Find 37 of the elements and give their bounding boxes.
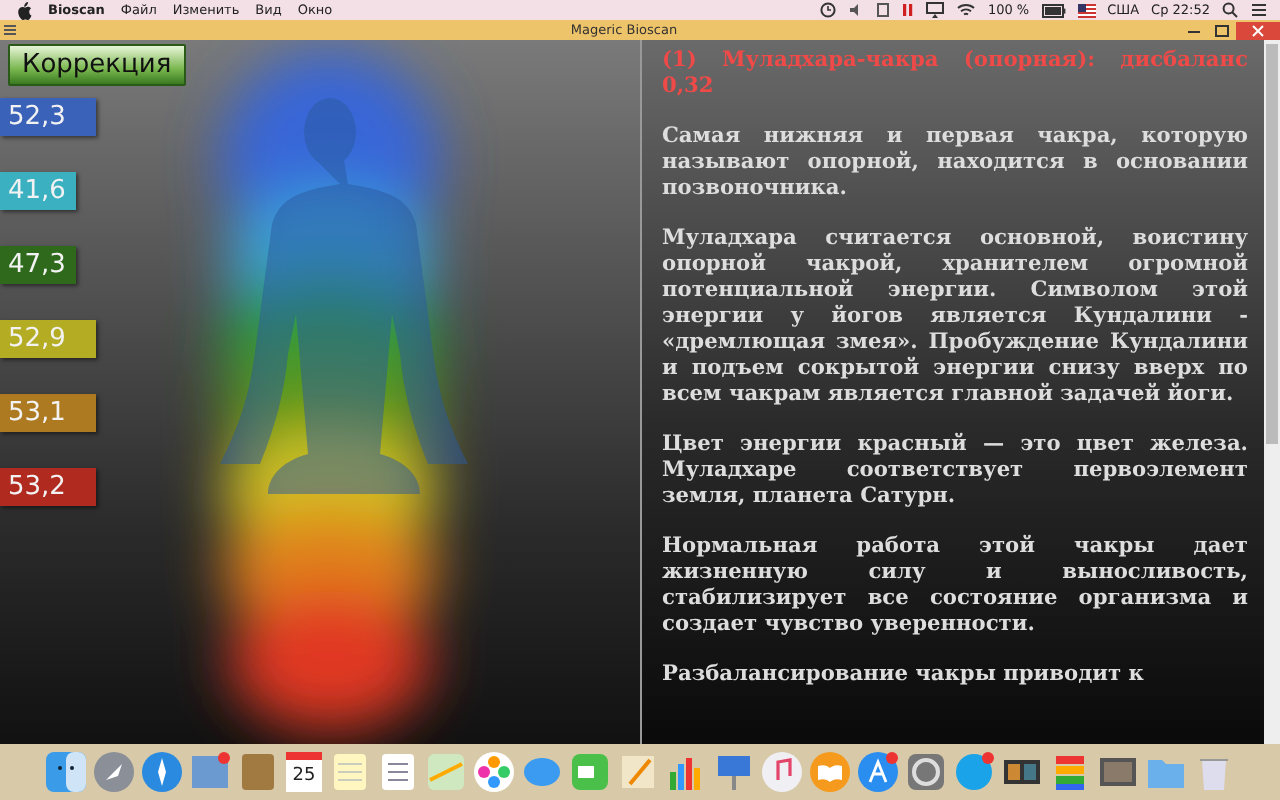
open-book-icon[interactable]: [810, 752, 850, 792]
chakra-heading: (1) Муладхара-чакра (опорная): дисбаланс 0,32: [662, 48, 1248, 100]
scrollbar-thumb[interactable]: [1266, 44, 1278, 444]
scrollbar[interactable]: [1264, 40, 1280, 744]
search-icon[interactable]: [1222, 2, 1238, 18]
correction-button[interactable]: Коррекция: [8, 44, 186, 86]
clock-icon[interactable]: [819, 2, 836, 18]
description-paragraph: Нормальная работа этой чакры дает жизненную силу и выносливость, стабилизирует все состояние организма и создает чувство уверенности.: [662, 534, 1248, 638]
window-menu-icon[interactable]: [4, 24, 16, 36]
flag-icon[interactable]: [1077, 3, 1096, 17]
description-paragraph: Самая нижняя и первая чакра, которую называют опорной, находится в основании позвоночника.: [662, 124, 1248, 202]
wifi-icon[interactable]: [955, 2, 976, 18]
pause-icon[interactable]: [901, 2, 914, 18]
description-paragraph: Муладхара считается основной, воистину опорной чакрой, хранителем огромной потенциальной энергии. Символом этой энергии у йогов является Кундалини - «дремлющая змея». Пробуждение Кундалини и подъем сокрытой энергии снизу вверх по всем чакрам является главной задачей йоги.: [662, 226, 1248, 408]
reading-badge: 53,1: [0, 394, 96, 432]
calendar-date: 25: [292, 767, 316, 785]
reading-badge: 47,3: [0, 246, 76, 284]
bar-chart-icon[interactable]: [666, 752, 706, 792]
description-paragraph: Цвет энергии красный — это цвет железа. Муладхаре соответствует первоэлемент земля, планета Сатурн.: [662, 432, 1248, 510]
close-icon[interactable]: [1235, 21, 1280, 39]
display-icon[interactable]: [925, 2, 944, 18]
reading-badge: 53,2: [0, 468, 96, 506]
finder-icon[interactable]: [46, 752, 86, 792]
calendar-icon[interactable]: 25: [286, 752, 322, 792]
reading-badge: 52,3: [0, 98, 96, 136]
list-icon[interactable]: [1250, 2, 1268, 18]
reading-badge: 41,6: [0, 172, 76, 210]
drawing-board-icon[interactable]: [618, 752, 658, 792]
gear-icon[interactable]: [906, 752, 946, 792]
reading-badge: 52,9: [0, 320, 96, 358]
battery-icon[interactable]: [1041, 3, 1066, 17]
checklist-icon[interactable]: [378, 752, 418, 792]
description-paragraph: Разбалансирование чакры приводит к: [662, 662, 1146, 688]
apple-logo-icon[interactable]: [16, 1, 32, 19]
letter-a-app-icon[interactable]: [858, 752, 898, 792]
flower-icon[interactable]: [474, 752, 514, 792]
compass-icon[interactable]: [142, 752, 182, 792]
